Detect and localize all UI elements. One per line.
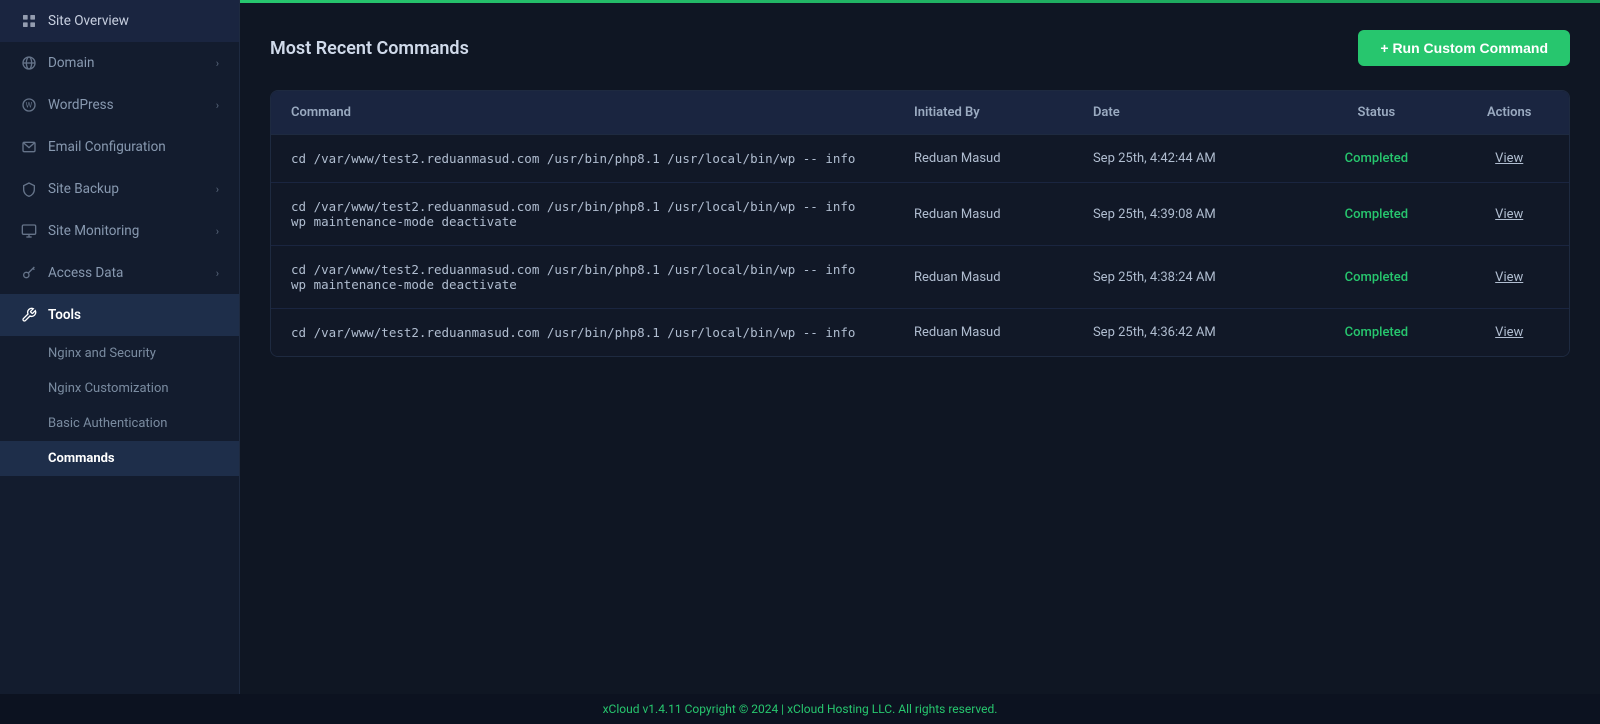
cell-command: cd /var/www/test2.reduanmasud.com /usr/b… (271, 246, 894, 309)
sidebar-item-domain[interactable]: Domain › (0, 42, 239, 84)
view-link[interactable]: View (1495, 207, 1523, 222)
table-row: cd /var/www/test2.reduanmasud.com /usr/b… (271, 135, 1569, 183)
cell-command: cd /var/www/test2.reduanmasud.com /usr/b… (271, 135, 894, 183)
cell-actions: View (1449, 309, 1569, 357)
sidebar-item-label: Site Backup (48, 181, 119, 197)
sidebar-item-label: Site Monitoring (48, 223, 139, 239)
cell-command: cd /var/www/test2.reduanmasud.com /usr/b… (271, 309, 894, 357)
cell-initiated-by: Reduan Masud (894, 309, 1073, 357)
sidebar-item-wordpress[interactable]: W WordPress › (0, 84, 239, 126)
footer-brand: xCloud v1.4.11 Copyright © 2024 | xCloud… (603, 702, 998, 716)
view-link[interactable]: View (1495, 325, 1523, 340)
grid-icon (20, 12, 38, 30)
table-body: cd /var/www/test2.reduanmasud.com /usr/b… (271, 135, 1569, 357)
tools-submenu: Nginx and Security Nginx Customization B… (0, 336, 239, 476)
top-bar: Most Recent Commands + Run Custom Comman… (270, 30, 1570, 66)
col-date: Date (1073, 91, 1303, 135)
sidebar-item-label: Email Configuration (48, 139, 166, 155)
monitor-icon (20, 222, 38, 240)
sidebar-item-label: Access Data (48, 265, 123, 281)
sidebar: Site Overview Domain › W WordPress › Ema… (0, 0, 240, 724)
chevron-right-icon: › (216, 183, 219, 196)
cell-actions: View (1449, 183, 1569, 246)
view-link[interactable]: View (1495, 151, 1523, 166)
sidebar-item-site-monitoring[interactable]: Site Monitoring › (0, 210, 239, 252)
wordpress-icon: W (20, 96, 38, 114)
chevron-right-icon: › (216, 225, 219, 238)
sidebar-sub-item-basic-auth[interactable]: Basic Authentication (0, 406, 239, 441)
cell-actions: View (1449, 246, 1569, 309)
status-badge: Completed (1345, 151, 1408, 166)
sidebar-item-site-backup[interactable]: Site Backup › (0, 168, 239, 210)
sidebar-item-site-overview[interactable]: Site Overview (0, 0, 239, 42)
page-title: Most Recent Commands (270, 38, 469, 59)
status-badge: Completed (1345, 325, 1408, 340)
svg-text:W: W (26, 101, 33, 110)
table-row: cd /var/www/test2.reduanmasud.com /usr/b… (271, 246, 1569, 309)
cell-date: Sep 25th, 4:38:24 AM (1073, 246, 1303, 309)
commands-table-wrapper: Command Initiated By Date Status Actions… (270, 90, 1570, 357)
chevron-right-icon: › (216, 57, 219, 70)
table-row: cd /var/www/test2.reduanmasud.com /usr/b… (271, 309, 1569, 357)
cell-date: Sep 25th, 4:39:08 AM (1073, 183, 1303, 246)
sidebar-sub-item-nginx-customization[interactable]: Nginx Customization (0, 371, 239, 406)
shield-icon (20, 180, 38, 198)
sidebar-item-label: Site Overview (48, 13, 129, 29)
cell-status: Completed (1303, 309, 1449, 357)
cell-initiated-by: Reduan Masud (894, 246, 1073, 309)
cell-status: Completed (1303, 135, 1449, 183)
commands-table: Command Initiated By Date Status Actions… (271, 91, 1569, 356)
tool-icon (20, 306, 38, 324)
sidebar-item-tools[interactable]: Tools (0, 294, 239, 336)
sidebar-sub-item-commands[interactable]: Commands (0, 441, 239, 476)
cell-actions: View (1449, 135, 1569, 183)
status-badge: Completed (1345, 270, 1408, 285)
run-custom-command-button[interactable]: + Run Custom Command (1358, 30, 1570, 66)
main-content: Most Recent Commands + Run Custom Comman… (240, 0, 1600, 724)
sidebar-item-label: Domain (48, 55, 94, 71)
key-icon (20, 264, 38, 282)
footer: xCloud v1.4.11 Copyright © 2024 | xCloud… (0, 694, 1600, 724)
col-initiated-by: Initiated By (894, 91, 1073, 135)
mail-icon (20, 138, 38, 156)
sidebar-item-label: WordPress (48, 97, 114, 113)
col-status: Status (1303, 91, 1449, 135)
top-progress-bar (240, 0, 1600, 3)
globe-icon (20, 54, 38, 72)
cell-initiated-by: Reduan Masud (894, 183, 1073, 246)
col-actions: Actions (1449, 91, 1569, 135)
cell-command: cd /var/www/test2.reduanmasud.com /usr/b… (271, 183, 894, 246)
cell-date: Sep 25th, 4:36:42 AM (1073, 309, 1303, 357)
cell-status: Completed (1303, 183, 1449, 246)
sidebar-item-label: Tools (48, 307, 81, 323)
cell-initiated-by: Reduan Masud (894, 135, 1073, 183)
sidebar-sub-item-nginx-security[interactable]: Nginx and Security (0, 336, 239, 371)
status-badge: Completed (1345, 207, 1408, 222)
col-command: Command (271, 91, 894, 135)
cell-date: Sep 25th, 4:42:44 AM (1073, 135, 1303, 183)
chevron-right-icon: › (216, 267, 219, 280)
table-row: cd /var/www/test2.reduanmasud.com /usr/b… (271, 183, 1569, 246)
table-header: Command Initiated By Date Status Actions (271, 91, 1569, 135)
sidebar-item-access-data[interactable]: Access Data › (0, 252, 239, 294)
sidebar-item-email-configuration[interactable]: Email Configuration (0, 126, 239, 168)
view-link[interactable]: View (1495, 270, 1523, 285)
cell-status: Completed (1303, 246, 1449, 309)
chevron-right-icon: › (216, 99, 219, 112)
